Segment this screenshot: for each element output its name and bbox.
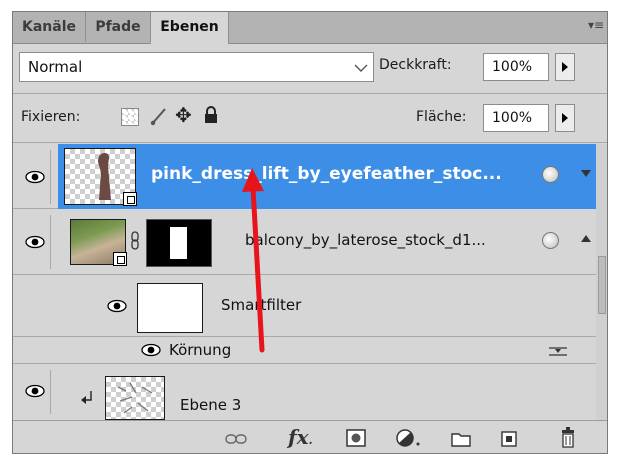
layer-thumbnail bbox=[70, 219, 127, 266]
scrollbar[interactable] bbox=[596, 144, 607, 420]
eye-icon bbox=[25, 235, 45, 249]
blend-mode-select[interactable]: Normal bbox=[19, 52, 374, 82]
layer-thumbnail bbox=[64, 148, 137, 206]
smart-filter-indicator-icon[interactable] bbox=[542, 232, 559, 249]
red-annotation-arrow bbox=[242, 168, 265, 353]
clipping-arrow-icon bbox=[81, 391, 92, 404]
mask-white-area bbox=[170, 227, 187, 259]
layers-panel: Kanäle Pfade Ebenen ▾≡ Normal Deckkraft:… bbox=[12, 11, 608, 454]
filter-blending-options-icon[interactable] bbox=[549, 345, 567, 357]
smart-filter-indicator-icon[interactable] bbox=[542, 166, 559, 183]
add-mask-icon[interactable] bbox=[346, 429, 366, 447]
chain-link-icon[interactable] bbox=[130, 231, 140, 251]
fill-value: 100% bbox=[492, 110, 533, 126]
opacity-value: 100% bbox=[492, 59, 533, 75]
lock-pixels-brush-icon[interactable] bbox=[149, 106, 169, 126]
layer-row-pink-dress[interactable]: pink_dress_lift_by_eyefeather_stoc... bbox=[13, 144, 607, 209]
panel-menu-icon[interactable]: ▾≡ bbox=[587, 18, 605, 32]
smart-filter-mask-thumbnail[interactable] bbox=[137, 283, 203, 333]
smart-object-badge-icon bbox=[123, 192, 137, 206]
layer-row-ebene-3[interactable]: Ebene 3 bbox=[13, 364, 607, 420]
tab-channels[interactable]: Kanäle bbox=[13, 12, 86, 42]
chevron-up-icon[interactable] bbox=[581, 235, 591, 243]
opacity-stepper[interactable] bbox=[555, 53, 575, 81]
tab-bar: Kanäle Pfade Ebenen ▾≡ bbox=[13, 12, 607, 44]
fx-icon[interactable]: fx. bbox=[288, 425, 313, 449]
opacity-input[interactable]: 100% bbox=[483, 53, 549, 81]
lock-transparent-icon[interactable] bbox=[121, 108, 139, 126]
layer-mask-thumbnail[interactable] bbox=[146, 219, 212, 267]
layer-name[interactable]: pink_dress_lift_by_eyefeather_stoc... bbox=[151, 164, 502, 184]
layer-thumbnail bbox=[105, 376, 165, 420]
smart-object-badge-icon bbox=[113, 252, 127, 266]
lock-label: Fixieren: bbox=[21, 109, 81, 125]
eye-icon bbox=[25, 170, 45, 184]
tab-layers[interactable]: Ebenen bbox=[151, 12, 229, 44]
visibility-toggle[interactable] bbox=[20, 150, 51, 204]
visibility-toggle[interactable] bbox=[20, 215, 51, 269]
scrollbar-thumb[interactable] bbox=[598, 256, 606, 314]
eye-icon[interactable] bbox=[107, 299, 127, 313]
filter-effect-row[interactable]: Körnung bbox=[13, 337, 607, 364]
layer-name[interactable]: Ebene 3 bbox=[180, 396, 241, 414]
visibility-toggle[interactable] bbox=[20, 370, 51, 414]
chevron-down-icon bbox=[354, 64, 368, 72]
layer-row-balcony[interactable]: balcony_by_laterose_stock_d1... bbox=[13, 209, 607, 275]
fill-stepper[interactable] bbox=[555, 104, 575, 132]
divider bbox=[13, 142, 607, 143]
layer-name[interactable]: balcony_by_laterose_stock_d1... bbox=[245, 231, 486, 249]
new-group-icon[interactable] bbox=[451, 431, 471, 447]
chevron-down-icon[interactable] bbox=[581, 170, 591, 178]
smart-filter-row[interactable]: Smartfilter bbox=[13, 275, 607, 337]
blend-mode-value: Normal bbox=[28, 58, 83, 76]
lock-position-move-icon[interactable]: ✥ bbox=[175, 105, 192, 125]
dress-figure-thumbnail bbox=[98, 153, 111, 200]
fill-input[interactable]: 100% bbox=[483, 104, 549, 132]
opacity-label: Deckkraft: bbox=[379, 57, 452, 73]
tab-paths[interactable]: Pfade bbox=[86, 12, 151, 42]
texture-thumbnail bbox=[117, 382, 153, 414]
trash-icon[interactable] bbox=[560, 427, 576, 449]
fill-label: Fläche: bbox=[416, 109, 467, 125]
filter-name: Körnung bbox=[169, 341, 232, 359]
eye-icon bbox=[25, 384, 45, 398]
layers-toolbar: fx. bbox=[13, 420, 607, 453]
lock-all-padlock-icon[interactable] bbox=[203, 105, 219, 125]
divider bbox=[13, 93, 607, 94]
eye-icon[interactable] bbox=[141, 343, 161, 357]
new-layer-icon[interactable] bbox=[500, 430, 518, 448]
link-layers-icon[interactable] bbox=[225, 434, 247, 444]
adjustment-layer-icon[interactable] bbox=[396, 428, 422, 448]
